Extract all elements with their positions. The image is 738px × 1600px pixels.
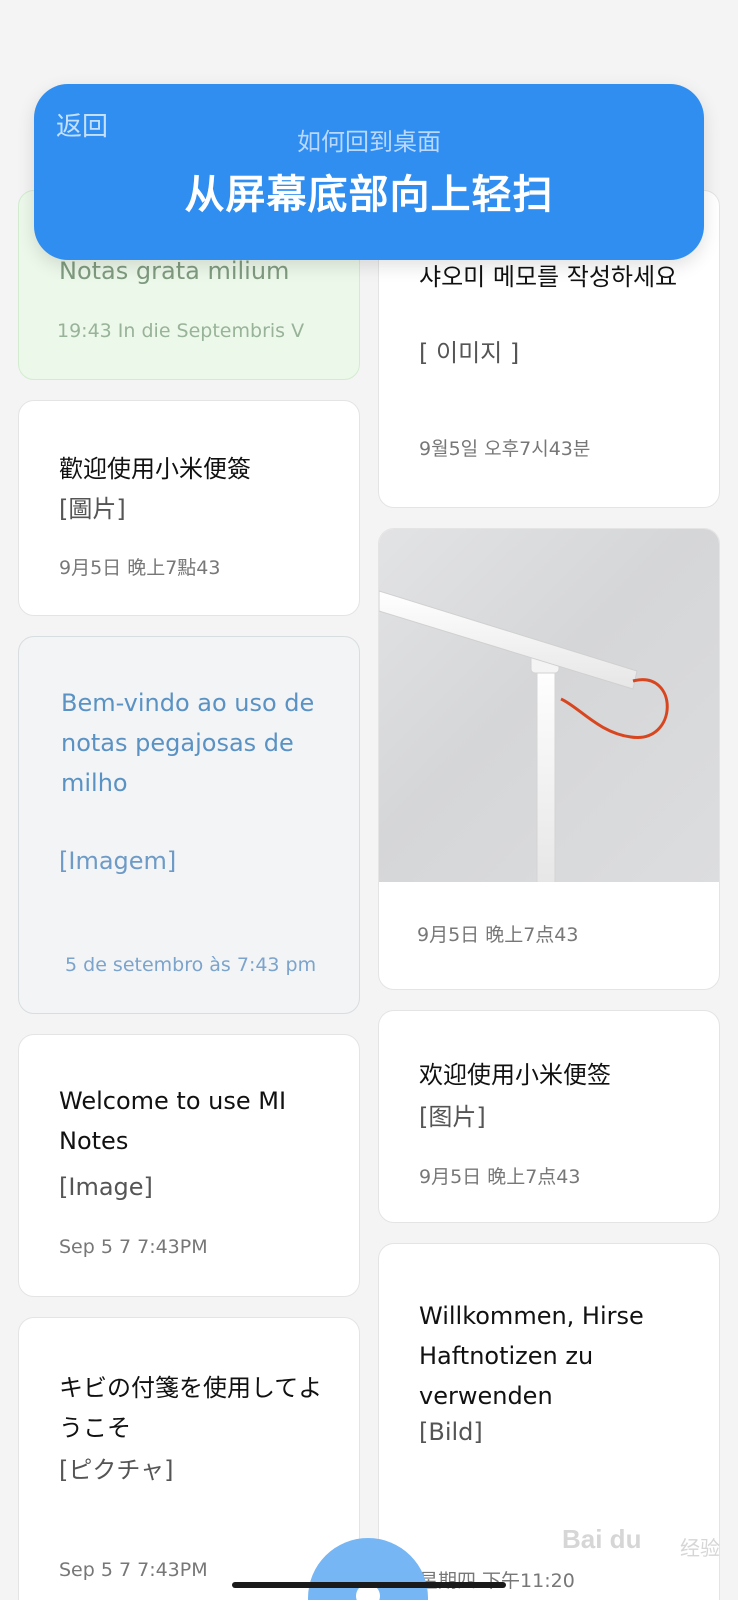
banner-title: 从屏幕底部向上轻扫 [184, 172, 554, 218]
desk-lamp-icon [379, 590, 669, 882]
note-title: Willkommen, Hirse Haftnotizen zu verwend… [419, 1302, 644, 1410]
note-time: 星期四 下午11:20 [419, 1570, 575, 1592]
note-time: 9月5日 晚上7點43 [59, 557, 221, 579]
banner-subtitle: 如何回到桌面 [297, 128, 441, 156]
watermark-sub: 经验 [680, 1536, 720, 1560]
home-indicator[interactable] [232, 1582, 506, 1588]
note-time: Sep 5 7 7:43PM [59, 1236, 208, 1258]
note-title: Bem-vindo ao uso de notas pegajosas de m… [61, 689, 315, 797]
note-title: Welcome to use MI Notes [59, 1087, 287, 1155]
note-card-japanese[interactable]: キビの付箋を使用してようこそ [ピクチャ] Sep 5 7 7:43PM [18, 1317, 360, 1600]
note-time: Sep 5 7 7:43PM [59, 1559, 208, 1581]
note-image-tag: [ 이미지 ] [419, 339, 520, 367]
note-title: キビの付箋を使用してようこそ [59, 1374, 323, 1442]
note-image-tag: [图片] [419, 1103, 486, 1131]
note-image-tag: [Bild] [419, 1418, 483, 1446]
note-card-english[interactable]: Welcome to use MI Notes [Image] Sep 5 7 … [18, 1034, 360, 1297]
note-time: 19:43 In die Septembris V [57, 320, 305, 342]
gesture-hint-banner: 返回 如何回到桌面 从屏幕底部向上轻扫 [34, 84, 704, 260]
note-title: 歡迎使用小米便簽 [59, 455, 251, 483]
watermark-logo: Bai du [562, 1524, 642, 1554]
note-time: 9월5일 오후7시43분 [419, 438, 591, 460]
note-photo-desk-lamp [379, 529, 719, 882]
note-card-traditional-chinese[interactable]: 歡迎使用小米便簽 [圖片] 9月5日 晚上7點43 [18, 400, 360, 616]
note-card-simplified-chinese[interactable]: 欢迎使用小米便签 [图片] 9月5日 晚上7点43 [378, 1010, 720, 1223]
note-image-tag: [圖片] [59, 495, 126, 523]
note-card-photo[interactable]: 9月5日 晚上7点43 [378, 528, 720, 990]
note-title: 샤오미 메모를 작성하세요 [419, 263, 678, 291]
note-time: 9月5日 晚上7点43 [419, 1166, 581, 1188]
notes-screen: Notas grata milium 19:43 In die Septembr… [0, 0, 738, 1600]
note-image-tag: [ピクチャ] [59, 1456, 174, 1484]
note-time: 5 de setembro às 7:43 pm [65, 954, 317, 976]
note-image-tag: [Imagem] [59, 847, 177, 875]
note-time: 9月5日 晚上7点43 [417, 924, 579, 946]
note-title: 欢迎使用小米便签 [419, 1061, 611, 1089]
note-image-tag: [Image] [59, 1173, 153, 1201]
note-card-german[interactable]: Willkommen, Hirse Haftnotizen zu verwend… [378, 1243, 720, 1600]
note-card-portuguese[interactable]: Bem-vindo ao uso de notas pegajosas de m… [18, 636, 360, 1014]
